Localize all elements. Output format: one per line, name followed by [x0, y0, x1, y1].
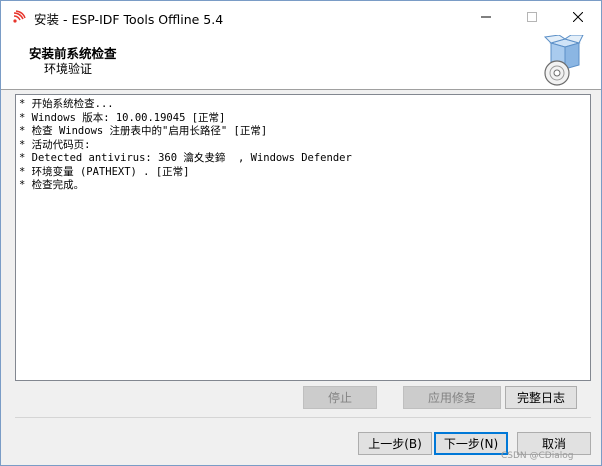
log-line: * 检查 Windows 注册表中的"启用长路径" [正常]: [19, 125, 268, 137]
maximize-icon: [527, 11, 537, 22]
minimize-icon: [481, 16, 491, 17]
installer-window: 安装 - ESP-IDF Tools Offline 5.4 安装前系统检查 环…: [0, 0, 602, 466]
watermark: CSDN @CDialog: [501, 451, 574, 461]
full-log-button[interactable]: 完整日志: [505, 386, 577, 409]
log-line: * 开始系统检查...: [19, 98, 114, 110]
stop-button[interactable]: 停止: [303, 386, 377, 409]
minimize-button[interactable]: [463, 1, 509, 32]
install-box-icon: [541, 34, 585, 87]
title-bar[interactable]: 安装 - ESP-IDF Tools Offline 5.4: [1, 1, 601, 32]
back-button[interactable]: 上一步(B): [358, 432, 432, 455]
log-line: * Windows 版本: 10.00.19045 [正常]: [19, 111, 226, 124]
wizard-header: 安装前系统检查 环境验证: [1, 32, 601, 90]
log-line: * 检查完成。: [19, 179, 85, 191]
apply-fixes-button[interactable]: 应用修复: [403, 386, 501, 409]
maximize-button[interactable]: [509, 1, 555, 32]
close-icon: [573, 11, 583, 22]
next-button[interactable]: 下一步(N): [434, 432, 508, 455]
page-subtitle: 环境验证: [44, 62, 93, 76]
log-line: * 环境变量 (PATHEXT) . [正常]: [19, 165, 190, 178]
close-button[interactable]: [555, 1, 601, 32]
system-check-log[interactable]: * 开始系统检查... * Windows 版本: 10.00.19045 [正…: [15, 94, 591, 381]
log-line: * 活动代码页:: [19, 138, 91, 151]
espressif-logo-icon: [11, 9, 27, 25]
window-title: 安装 - ESP-IDF Tools Offline 5.4: [34, 12, 224, 27]
log-line: * Detected antivirus: 360 瀹夊叏鍗 , Windows…: [19, 152, 352, 164]
footer-divider: [15, 417, 591, 418]
